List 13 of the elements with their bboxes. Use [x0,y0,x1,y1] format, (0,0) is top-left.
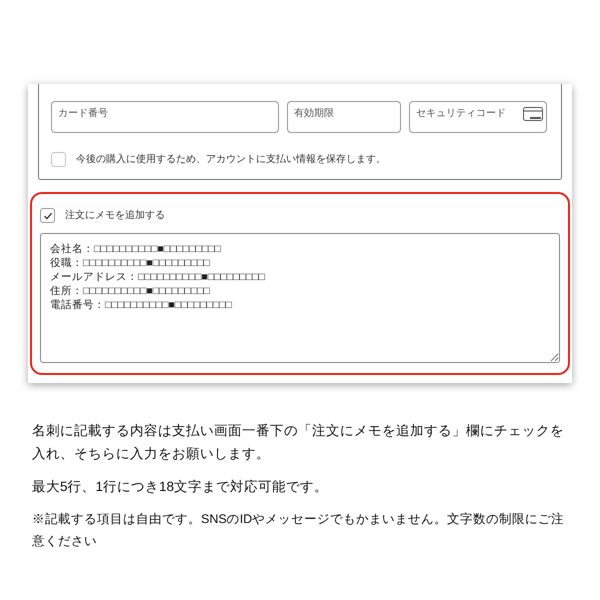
input-field[interactable]: カード番号 [51,100,279,132]
memo-field[interactable]: 会社名：□□□□□□□□□□■□□□□□□□□□ 役職：□□□□□□□□□□■□□□□□□□□□ メールアドレス：□□□□□□□□□□■□□□□□□□□□ 住所：□□□□□□□□□□■□□□□□□□□□ 電話番号：□□□□□□□□□□■□□□□□□□□□ [40,233,560,363]
input-field[interactable]: セキュリティコード [409,100,547,132]
input-field[interactable]: 有効期限 [287,100,401,132]
checkbox[interactable] [40,208,55,223]
note-text: ※記載する項目は自由です。SNSのIDやメッセージでもかまいません。文字数の制限にご注意ください [32,511,566,550]
checkbox-label: 今後の購入に使用するため、アカウントに支払い情報を保存します。 [76,152,386,167]
checkbox[interactable] [51,152,66,167]
check-icon [42,210,52,220]
instruction-text: 最大5行、1行につき18文字まで対応可能です。 [32,478,330,496]
card-icon [523,107,543,123]
instruction-text: 名刺に記載する内容は支払い画面一番下の「注文にメモを追加する」欄にチェックを入れ、そちらに入力をお願いします。 [32,422,565,463]
checkbox-label: 注文にメモを追加する [65,208,165,223]
